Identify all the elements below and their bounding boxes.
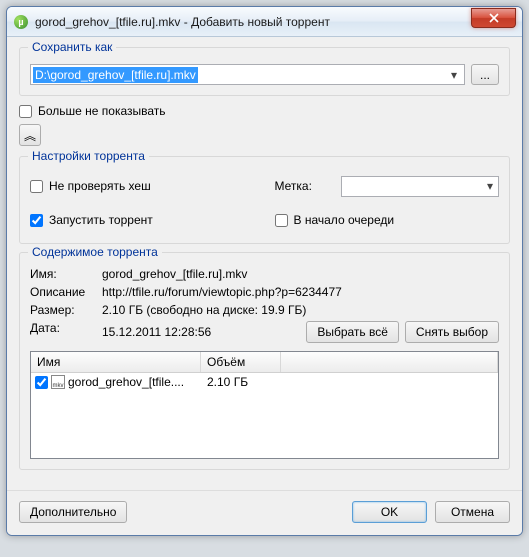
torrent-settings-legend: Настройки торрента	[28, 149, 149, 163]
files-header: Имя Объём	[31, 352, 498, 373]
col-size-header[interactable]: Объём	[201, 352, 281, 372]
chevron-down-icon[interactable]: ▾	[482, 179, 498, 193]
queue-front-label: В начало очереди	[294, 213, 395, 227]
desc-value: http://tfile.ru/forum/viewtopic.php?p=62…	[102, 285, 499, 299]
start-torrent-checkbox[interactable]	[30, 214, 43, 227]
queue-front-checkbox[interactable]	[275, 214, 288, 227]
start-torrent-label: Запустить торрент	[49, 213, 153, 227]
browse-button[interactable]: ...	[471, 64, 499, 85]
files-table: Имя Объём gorod_grehov_[tfile.... 2.10 Г…	[30, 351, 499, 459]
chevron-down-icon[interactable]: ▾	[446, 68, 462, 82]
size-label: Размер:	[30, 303, 102, 317]
no-hash-checkbox[interactable]	[30, 180, 43, 193]
size-value: 2.10 ГБ (свободно на диске: 19.9 ГБ)	[102, 303, 499, 317]
label-select[interactable]: ▾	[341, 176, 500, 197]
cancel-button[interactable]: Отмена	[435, 501, 510, 523]
footer: Дополнительно OK Отмена	[7, 490, 522, 535]
save-path-value: D:\gorod_grehov_[tfile.ru].mkv	[33, 67, 198, 83]
date-label: Дата:	[30, 321, 102, 343]
dialog-window: µ gorod_grehov_[tfile.ru].mkv - Добавить…	[6, 6, 523, 536]
utorrent-icon: µ	[13, 14, 29, 30]
file-icon	[51, 375, 65, 389]
deselect-button[interactable]: Снять выбор	[405, 321, 499, 343]
contents-group: Содержимое торрента Имя: gorod_grehov_[t…	[19, 252, 510, 470]
collapse-icon: ︽	[24, 127, 36, 144]
save-path-combo[interactable]: D:\gorod_grehov_[tfile.ru].mkv ▾	[30, 64, 465, 85]
torrent-settings-group: Настройки торрента Не проверять хеш Метк…	[19, 156, 510, 244]
titlebar: µ gorod_grehov_[tfile.ru].mkv - Добавить…	[7, 7, 522, 37]
file-size: 2.10 ГБ	[201, 375, 281, 389]
ok-button[interactable]: OK	[352, 501, 427, 523]
file-name: gorod_grehov_[tfile....	[68, 375, 184, 389]
date-value: 15.12.2011 12:28:56	[102, 325, 300, 339]
collapse-button[interactable]: ︽	[19, 124, 41, 146]
desc-label: Описание	[30, 285, 102, 299]
content-area: Сохранить как D:\gorod_grehov_[tfile.ru]…	[7, 37, 522, 490]
files-body[interactable]: gorod_grehov_[tfile.... 2.10 ГБ	[31, 373, 498, 458]
advanced-button[interactable]: Дополнительно	[19, 501, 127, 523]
label-label: Метка:	[275, 179, 335, 193]
file-checkbox[interactable]	[35, 376, 48, 389]
select-all-button[interactable]: Выбрать всё	[306, 321, 399, 343]
close-button[interactable]	[471, 8, 516, 28]
name-value: gorod_grehov_[tfile.ru].mkv	[102, 267, 499, 281]
save-as-group: Сохранить как D:\gorod_grehov_[tfile.ru]…	[19, 47, 510, 96]
save-as-legend: Сохранить как	[28, 40, 116, 54]
table-row[interactable]: gorod_grehov_[tfile.... 2.10 ГБ	[31, 373, 498, 391]
dont-show-checkbox[interactable]	[19, 105, 32, 118]
close-icon	[489, 13, 499, 23]
name-label: Имя:	[30, 267, 102, 281]
window-title: gorod_grehov_[tfile.ru].mkv - Добавить н…	[35, 15, 471, 29]
no-hash-label: Не проверять хеш	[49, 179, 151, 193]
contents-legend: Содержимое торрента	[28, 245, 162, 259]
col-name-header[interactable]: Имя	[31, 352, 201, 372]
dont-show-label: Больше не показывать	[38, 104, 166, 118]
